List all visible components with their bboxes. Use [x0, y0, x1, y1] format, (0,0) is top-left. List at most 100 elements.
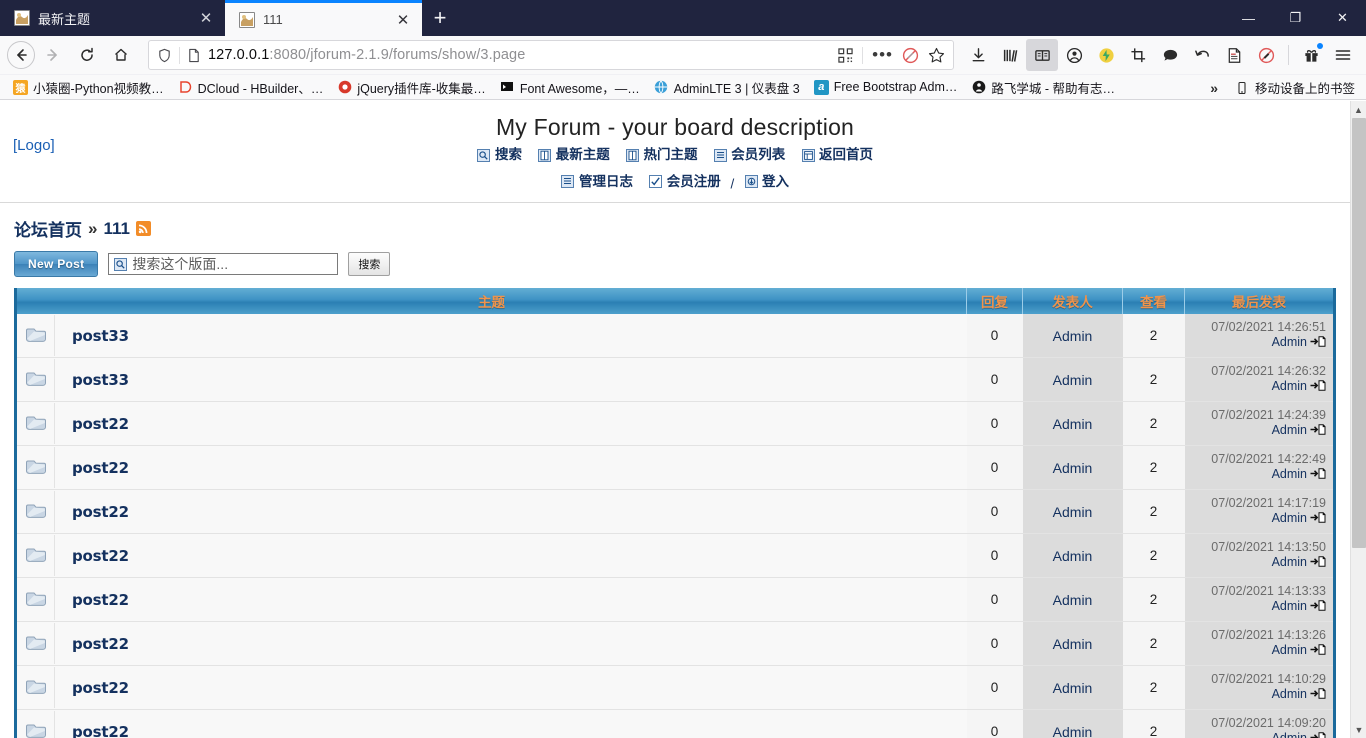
bookmark-item[interactable]: DCloud - HBuilder、… — [171, 77, 331, 98]
mobile-bookmarks-folder[interactable]: 移动设备上的书签 — [1228, 77, 1362, 98]
last-post-author[interactable]: Admin — [1186, 511, 1327, 527]
column-header-replies[interactable]: 回复 — [966, 288, 1023, 314]
topic-title-link[interactable]: post22 — [55, 635, 129, 653]
author-link[interactable]: Admin — [1053, 460, 1093, 476]
tab-111[interactable]: 111 ✕ — [225, 0, 422, 36]
goto-last-post-icon[interactable] — [1310, 512, 1326, 525]
column-header-views[interactable]: 查看 — [1122, 288, 1185, 314]
page-info-icon[interactable] — [187, 48, 201, 63]
last-post-author[interactable]: Admin — [1186, 379, 1327, 395]
scroll-up-icon[interactable]: ▲ — [1351, 101, 1366, 118]
downloads-icon[interactable] — [962, 39, 994, 71]
topic-title-link[interactable]: post22 — [55, 679, 129, 697]
last-post-author[interactable]: Admin — [1186, 423, 1327, 439]
nav-item-latest-topics[interactable]: 最新主题 — [538, 145, 610, 165]
bookmark-item[interactable]: Font Awesome，—… — [493, 77, 647, 98]
nav-item-hot-topics[interactable]: 热门主题 — [626, 145, 698, 165]
goto-last-post-icon[interactable] — [1310, 380, 1326, 393]
author-link[interactable]: Admin — [1053, 636, 1093, 652]
forward-icon[interactable] — [37, 39, 69, 71]
author-link[interactable]: Admin — [1053, 548, 1093, 564]
search-button[interactable]: 搜索 — [348, 252, 391, 276]
author-link[interactable]: Admin — [1053, 724, 1093, 738]
tracking-blocked-icon[interactable] — [1250, 39, 1282, 71]
chevron-double-right-icon[interactable]: » — [1200, 80, 1226, 96]
nav-item-admin-log[interactable]: 管理日志 — [561, 172, 633, 192]
topic-title-link[interactable]: post22 — [55, 415, 129, 433]
bookmark-item[interactable]: jQuery插件库-收集最… — [330, 77, 492, 98]
comment-icon[interactable] — [1154, 39, 1186, 71]
bookmark-item[interactable]: 路飞学城 - 帮助有志… — [964, 77, 1122, 98]
goto-last-post-icon[interactable] — [1310, 688, 1326, 701]
author-link[interactable]: Admin — [1053, 372, 1093, 388]
undo-icon[interactable] — [1186, 39, 1218, 71]
last-post-author[interactable]: Admin — [1186, 555, 1327, 571]
scrollbar-thumb[interactable] — [1352, 118, 1366, 548]
topic-title-link[interactable]: post33 — [55, 327, 129, 345]
goto-last-post-icon[interactable] — [1310, 468, 1326, 481]
nav-item-search[interactable]: 搜索 — [477, 145, 522, 165]
more-options-icon[interactable]: ••• — [872, 46, 893, 63]
new-tab-button[interactable]: + — [422, 0, 458, 36]
last-post-author[interactable]: Admin — [1186, 467, 1327, 483]
minimize-button[interactable]: — — [1225, 0, 1272, 36]
bookmark-item[interactable]: a Free Bootstrap Adm… — [807, 77, 965, 98]
bookmark-star-icon[interactable] — [928, 47, 945, 64]
topic-title-link[interactable]: post22 — [55, 459, 129, 477]
sidebar-icon[interactable] — [1026, 39, 1058, 71]
sync-icon[interactable] — [1090, 39, 1122, 71]
shield-icon[interactable] — [157, 48, 172, 63]
close-icon[interactable]: ✕ — [394, 11, 412, 29]
topic-title-link[interactable]: post33 — [55, 371, 129, 389]
goto-last-post-icon[interactable] — [1310, 336, 1326, 349]
rss-icon[interactable] — [135, 221, 151, 236]
nav-item-register[interactable]: 会员注册 — [649, 172, 721, 192]
last-post-author[interactable]: Admin — [1186, 643, 1327, 659]
author-link[interactable]: Admin — [1053, 504, 1093, 520]
last-post-author[interactable]: Admin — [1186, 599, 1327, 615]
url-bar[interactable]: 127.0.0.1:8080/jforum-2.1.9/forums/show/… — [148, 40, 954, 70]
last-post-author[interactable]: Admin — [1186, 335, 1327, 351]
new-post-button[interactable]: New Post — [14, 251, 99, 277]
tab-latest-topics[interactable]: 最新主题 ✕ — [0, 0, 225, 36]
author-link[interactable]: Admin — [1053, 592, 1093, 608]
last-post-author[interactable]: Admin — [1186, 731, 1327, 738]
bookmark-item[interactable]: AdminLTE 3 | 仪表盘 3 — [647, 77, 807, 98]
home-icon[interactable] — [105, 39, 137, 71]
gift-icon[interactable] — [1295, 39, 1327, 71]
goto-last-post-icon[interactable] — [1310, 732, 1326, 738]
screenshot-icon[interactable] — [1122, 39, 1154, 71]
close-icon[interactable]: ✕ — [197, 9, 215, 27]
nav-item-login[interactable]: 登入 — [744, 172, 789, 192]
search-input[interactable]: 搜索这个版面... — [108, 253, 339, 275]
reload-icon[interactable] — [71, 39, 103, 71]
topic-title-link[interactable]: post22 — [55, 503, 129, 521]
last-post-author[interactable]: Admin — [1186, 687, 1327, 703]
author-link[interactable]: Admin — [1053, 328, 1093, 344]
goto-last-post-icon[interactable] — [1310, 644, 1326, 657]
nav-item-home[interactable]: 返回首页 — [801, 145, 873, 165]
topic-title-link[interactable]: post22 — [55, 591, 129, 609]
qr-code-icon[interactable] — [838, 47, 853, 63]
site-logo[interactable]: [Logo] — [13, 137, 55, 154]
app-menu-icon[interactable] — [1327, 39, 1359, 71]
library-icon[interactable] — [994, 39, 1026, 71]
author-link[interactable]: Admin — [1053, 680, 1093, 696]
back-icon[interactable] — [7, 41, 35, 69]
goto-last-post-icon[interactable] — [1310, 424, 1326, 437]
topic-title-link[interactable]: post22 — [55, 547, 129, 565]
nav-item-member-list[interactable]: 会员列表 — [713, 145, 785, 165]
close-window-button[interactable]: ✕ — [1319, 0, 1366, 36]
author-link[interactable]: Admin — [1053, 416, 1093, 432]
goto-last-post-icon[interactable] — [1310, 556, 1326, 569]
url-text[interactable]: 127.0.0.1:8080/jforum-2.1.9/forums/show/… — [208, 47, 831, 63]
blocked-icon[interactable] — [902, 47, 919, 64]
goto-last-post-icon[interactable] — [1310, 600, 1326, 613]
page-scrollbar[interactable]: ▲ ▼ — [1350, 101, 1366, 738]
topic-title-link[interactable]: post22 — [55, 723, 129, 738]
column-header-topic[interactable]: 主题 — [15, 288, 967, 314]
maximize-button[interactable]: ❐ — [1272, 0, 1319, 36]
bookmark-item[interactable]: 猿 小猿圈-Python视频教… — [6, 77, 171, 98]
account-icon[interactable] — [1058, 39, 1090, 71]
column-header-last-post[interactable]: 最后发表 — [1184, 288, 1335, 314]
